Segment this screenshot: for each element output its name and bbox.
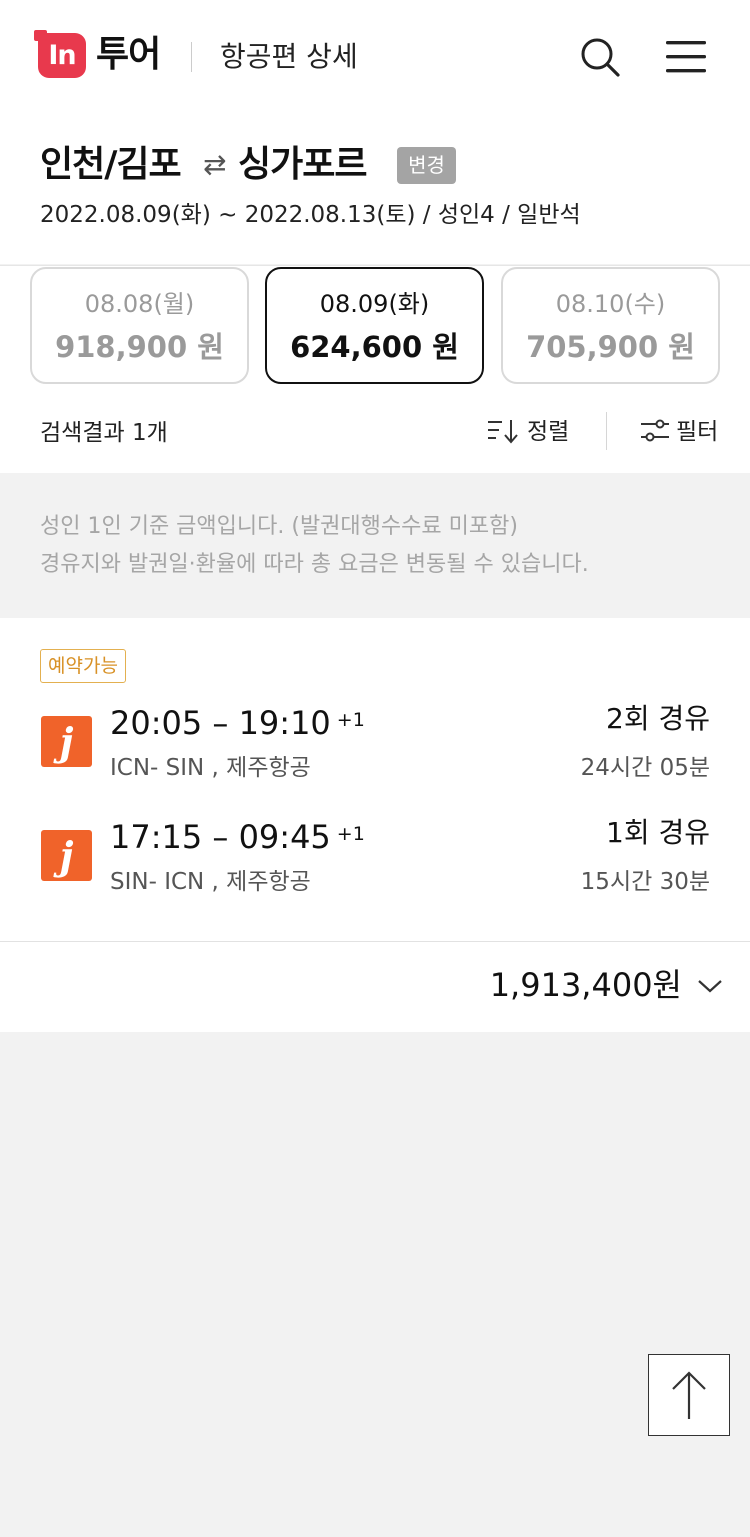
leg-duration: 24시간 05분 — [580, 755, 710, 781]
flight-leg-return: j 17:15 – 09:45 +1 SIN- ICN , 제주항공 1회 경유 … — [0, 812, 750, 902]
arrive-time: 09:45 — [238, 818, 331, 856]
date-option-next[interactable]: 08.10(수) 705,900 원 — [501, 267, 720, 384]
total-price-toggle[interactable]: 1,913,400원 — [0, 941, 750, 1032]
leg-duration: 15시간 30분 — [580, 869, 710, 895]
time-dash: – — [212, 704, 229, 742]
time-dash: – — [212, 818, 229, 856]
leg-route: ICN- SIN , 제주항공 — [110, 755, 311, 781]
leg-time: 17:15 – 09:45 +1 — [110, 814, 365, 857]
scroll-to-top-button[interactable] — [648, 1354, 730, 1436]
top-navigation-bar: In 투어 항공편 상세 — [0, 0, 750, 112]
total-price: 1,913,400원 — [489, 966, 682, 1004]
filter-button[interactable]: 필터 — [640, 416, 718, 448]
sort-button[interactable]: 정렬 — [487, 416, 569, 448]
logo-text[interactable]: 투어 — [96, 34, 161, 76]
leg-stops: 2회 경유 — [606, 702, 710, 735]
leg-time: 20:05 – 19:10 +1 — [110, 700, 365, 743]
date-option-prev[interactable]: 08.08(월) 918,900 원 — [30, 267, 249, 384]
leg-stops: 1회 경유 — [606, 816, 710, 849]
arrive-time: 19:10 — [238, 704, 331, 742]
trip-info: 2022.08.09(화) ~ 2022.08.13(토) / 성인4 / 일반… — [40, 202, 581, 228]
page-title: 항공편 상세 — [220, 40, 358, 73]
header-divider — [191, 42, 192, 72]
date-option-date: 08.09(화) — [319, 290, 430, 318]
date-option-date: 08.08(월) — [84, 290, 195, 318]
jeju-air-logo-icon: j — [41, 830, 92, 881]
route-origin: 인천/김포 — [40, 144, 182, 185]
jeju-air-logo-icon: j — [41, 716, 92, 767]
menu-button[interactable] — [664, 37, 710, 77]
search-button[interactable] — [578, 35, 622, 79]
date-option-date: 08.10(수) — [555, 290, 666, 318]
arrow-up-icon — [672, 1371, 706, 1419]
sort-label: 정렬 — [527, 419, 570, 445]
logo-mark: In — [48, 40, 76, 71]
fare-notice-line: 성인 1인 기준 금액입니다. (발권대행수수료 미포함) — [40, 514, 518, 539]
fare-notice: 성인 1인 기준 금액입니다. (발권대행수수료 미포함) 경유지와 발권일·환… — [40, 508, 589, 584]
date-selector: 08.08(월) 918,900 원 08.09(화) 624,600 원 08… — [0, 265, 750, 473]
round-trip-arrow-icon: ⇄ — [203, 148, 227, 181]
result-count: 검색결과 1개 — [40, 420, 168, 446]
date-option-price: 624,600 원 — [290, 330, 459, 364]
airline-logo-letter: j — [59, 833, 74, 878]
date-option-price: 918,900 원 — [55, 330, 224, 364]
route-summary: 인천/김포 ⇄ 싱가포르 변경 2022.08.09(화) ~ 2022.08.… — [0, 112, 750, 264]
date-option-selected[interactable]: 08.09(화) 624,600 원 — [265, 267, 484, 384]
chevron-down-icon — [698, 980, 722, 993]
day-offset: +1 — [336, 709, 365, 731]
flight-leg-outbound: j 20:05 – 19:10 +1 ICN- SIN , 제주항공 2회 경유 … — [0, 698, 750, 788]
day-offset: +1 — [336, 823, 365, 845]
date-option-price: 705,900 원 — [526, 330, 695, 364]
depart-time: 20:05 — [110, 704, 203, 742]
availability-badge: 예약가능 — [40, 649, 126, 683]
search-icon — [581, 38, 620, 77]
filter-sliders-icon — [641, 419, 669, 441]
hamburger-menu-icon — [666, 41, 706, 73]
route-destination: 싱가포르 — [238, 144, 367, 185]
intour-logo[interactable]: In — [34, 30, 86, 78]
fare-notice-line: 경유지와 발권일·환율에 따라 총 요금은 변동될 수 있습니다. — [40, 552, 589, 577]
filter-label: 필터 — [676, 419, 719, 445]
depart-time: 17:15 — [110, 818, 203, 856]
toolbar-divider — [606, 412, 607, 450]
leg-route: SIN- ICN , 제주항공 — [110, 869, 311, 895]
airline-logo-letter: j — [59, 719, 74, 764]
change-search-button[interactable]: 변경 — [397, 147, 456, 184]
sort-icon — [488, 419, 518, 444]
flight-card[interactable]: 예약가능 j 20:05 – 19:10 +1 ICN- SIN , 제주항공 2… — [0, 618, 750, 941]
